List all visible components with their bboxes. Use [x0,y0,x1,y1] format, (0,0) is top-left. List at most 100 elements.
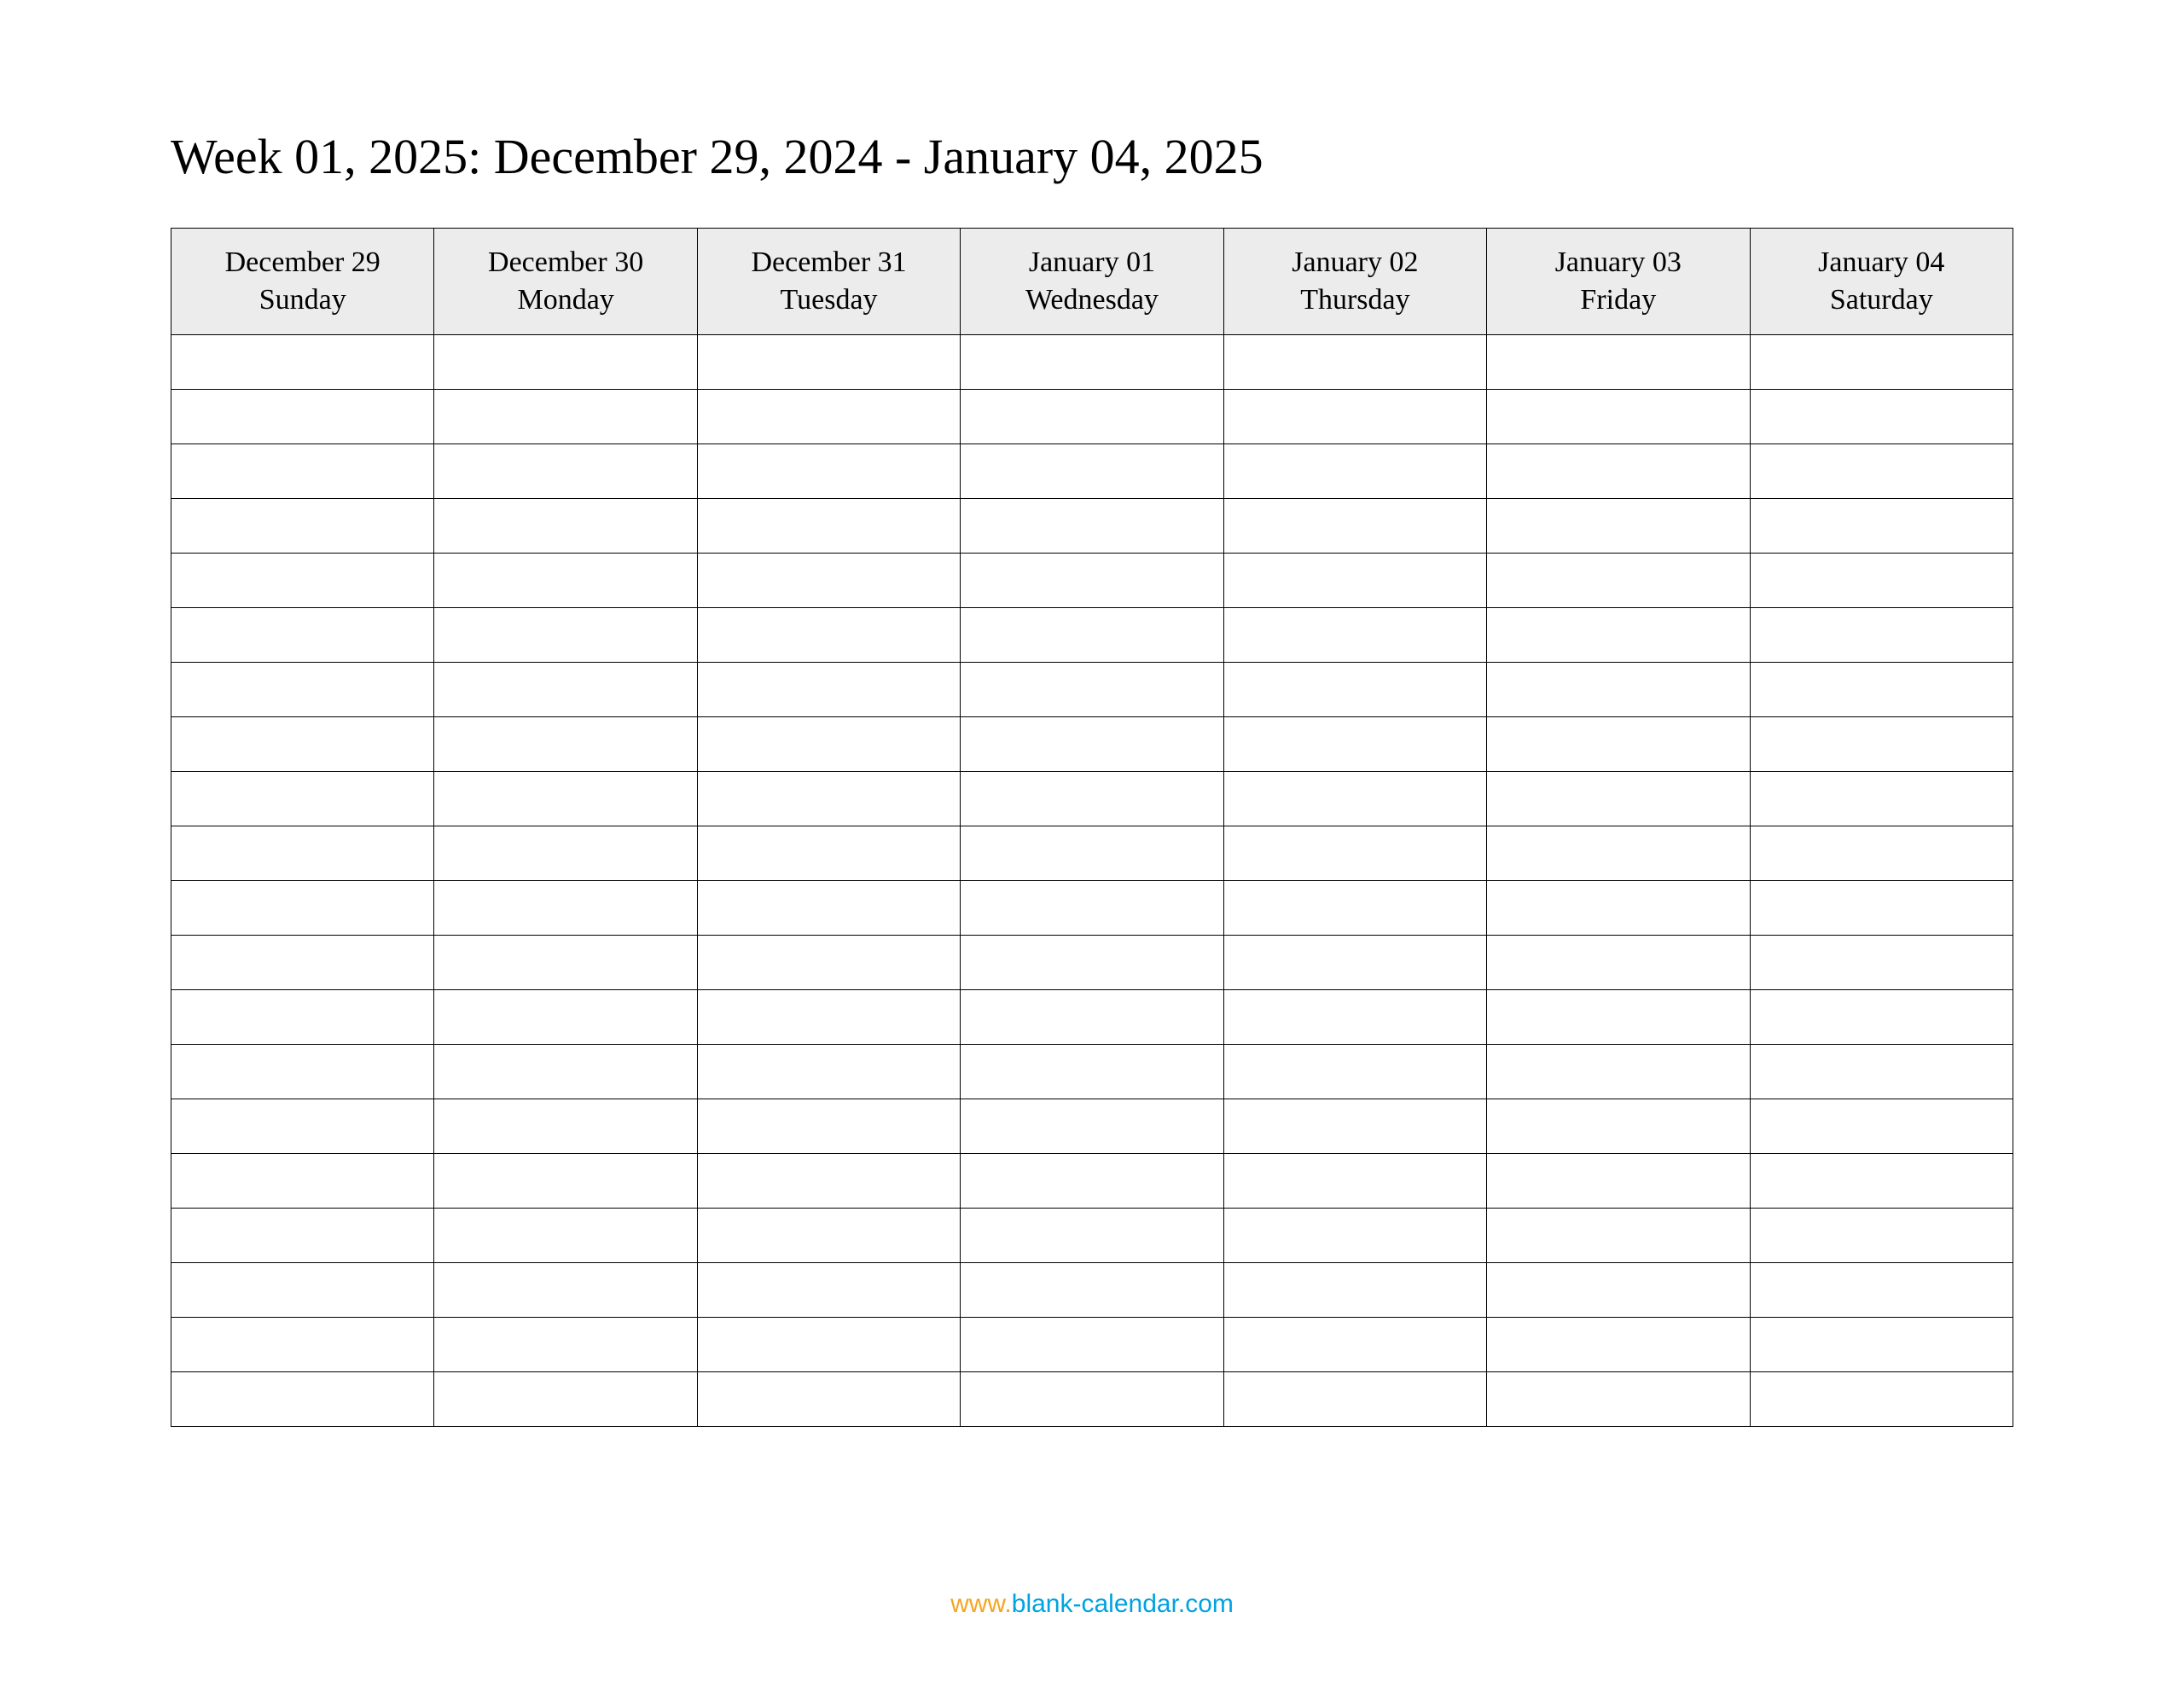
calendar-cell[interactable] [171,1209,434,1263]
calendar-cell[interactable] [434,1045,697,1099]
calendar-cell[interactable] [697,1154,960,1209]
calendar-cell[interactable] [171,335,434,390]
calendar-cell[interactable] [1750,499,2013,554]
calendar-cell[interactable] [1487,990,1750,1045]
calendar-cell[interactable] [961,499,1223,554]
calendar-cell[interactable] [434,1099,697,1154]
calendar-cell[interactable] [697,717,960,772]
calendar-cell[interactable] [1223,1318,1486,1372]
calendar-cell[interactable] [961,990,1223,1045]
calendar-cell[interactable] [434,499,697,554]
calendar-cell[interactable] [1223,826,1486,881]
calendar-cell[interactable] [1750,772,2013,826]
calendar-cell[interactable] [697,444,960,499]
calendar-cell[interactable] [697,1045,960,1099]
calendar-cell[interactable] [1223,554,1486,608]
calendar-cell[interactable] [171,1372,434,1427]
calendar-cell[interactable] [1750,554,2013,608]
calendar-cell[interactable] [171,936,434,990]
calendar-cell[interactable] [434,1318,697,1372]
calendar-cell[interactable] [697,826,960,881]
calendar-cell[interactable] [171,499,434,554]
calendar-cell[interactable] [1750,990,2013,1045]
calendar-cell[interactable] [697,1099,960,1154]
calendar-cell[interactable] [697,390,960,444]
calendar-cell[interactable] [1487,663,1750,717]
calendar-cell[interactable] [697,1209,960,1263]
calendar-cell[interactable] [434,717,697,772]
calendar-cell[interactable] [697,1318,960,1372]
calendar-cell[interactable] [171,1263,434,1318]
calendar-cell[interactable] [434,335,697,390]
calendar-cell[interactable] [1223,1263,1486,1318]
calendar-cell[interactable] [697,881,960,936]
calendar-cell[interactable] [1487,1372,1750,1427]
calendar-cell[interactable] [961,444,1223,499]
calendar-cell[interactable] [697,990,960,1045]
calendar-cell[interactable] [961,1154,1223,1209]
calendar-cell[interactable] [434,990,697,1045]
calendar-cell[interactable] [1223,881,1486,936]
calendar-cell[interactable] [171,663,434,717]
calendar-cell[interactable] [697,499,960,554]
calendar-cell[interactable] [434,772,697,826]
calendar-cell[interactable] [1750,1099,2013,1154]
calendar-cell[interactable] [1750,1318,2013,1372]
calendar-cell[interactable] [434,1154,697,1209]
calendar-cell[interactable] [1223,444,1486,499]
calendar-cell[interactable] [434,1372,697,1427]
calendar-cell[interactable] [1487,881,1750,936]
calendar-cell[interactable] [697,554,960,608]
calendar-cell[interactable] [171,772,434,826]
calendar-cell[interactable] [434,554,697,608]
calendar-cell[interactable] [697,335,960,390]
calendar-cell[interactable] [1487,1209,1750,1263]
calendar-cell[interactable] [1750,444,2013,499]
calendar-cell[interactable] [434,390,697,444]
calendar-cell[interactable] [697,663,960,717]
calendar-cell[interactable] [961,772,1223,826]
calendar-cell[interactable] [1487,772,1750,826]
calendar-cell[interactable] [1487,936,1750,990]
calendar-cell[interactable] [434,826,697,881]
calendar-cell[interactable] [1750,1154,2013,1209]
calendar-cell[interactable] [1223,1154,1486,1209]
calendar-cell[interactable] [1487,1099,1750,1154]
calendar-cell[interactable] [961,1099,1223,1154]
calendar-cell[interactable] [434,444,697,499]
calendar-cell[interactable] [961,1263,1223,1318]
calendar-cell[interactable] [1223,663,1486,717]
calendar-cell[interactable] [1750,390,2013,444]
calendar-cell[interactable] [961,390,1223,444]
calendar-cell[interactable] [1487,390,1750,444]
calendar-cell[interactable] [171,444,434,499]
footer-link[interactable]: blank-calendar.com [1012,1590,1234,1618]
calendar-cell[interactable] [1750,1045,2013,1099]
calendar-cell[interactable] [171,390,434,444]
calendar-cell[interactable] [1223,772,1486,826]
calendar-cell[interactable] [1750,936,2013,990]
calendar-cell[interactable] [961,554,1223,608]
calendar-cell[interactable] [1223,608,1486,663]
calendar-cell[interactable] [1223,1099,1486,1154]
calendar-cell[interactable] [697,608,960,663]
calendar-cell[interactable] [961,335,1223,390]
calendar-cell[interactable] [697,936,960,990]
calendar-cell[interactable] [171,826,434,881]
calendar-cell[interactable] [1487,1318,1750,1372]
calendar-cell[interactable] [434,936,697,990]
calendar-cell[interactable] [1487,1045,1750,1099]
calendar-cell[interactable] [434,1263,697,1318]
calendar-cell[interactable] [1750,335,2013,390]
calendar-cell[interactable] [1223,1045,1486,1099]
calendar-cell[interactable] [1750,663,2013,717]
calendar-cell[interactable] [171,1154,434,1209]
calendar-cell[interactable] [961,826,1223,881]
calendar-cell[interactable] [697,772,960,826]
calendar-cell[interactable] [1487,1263,1750,1318]
calendar-cell[interactable] [1223,936,1486,990]
calendar-cell[interactable] [434,881,697,936]
calendar-cell[interactable] [1487,554,1750,608]
calendar-cell[interactable] [961,1209,1223,1263]
calendar-cell[interactable] [1223,1209,1486,1263]
